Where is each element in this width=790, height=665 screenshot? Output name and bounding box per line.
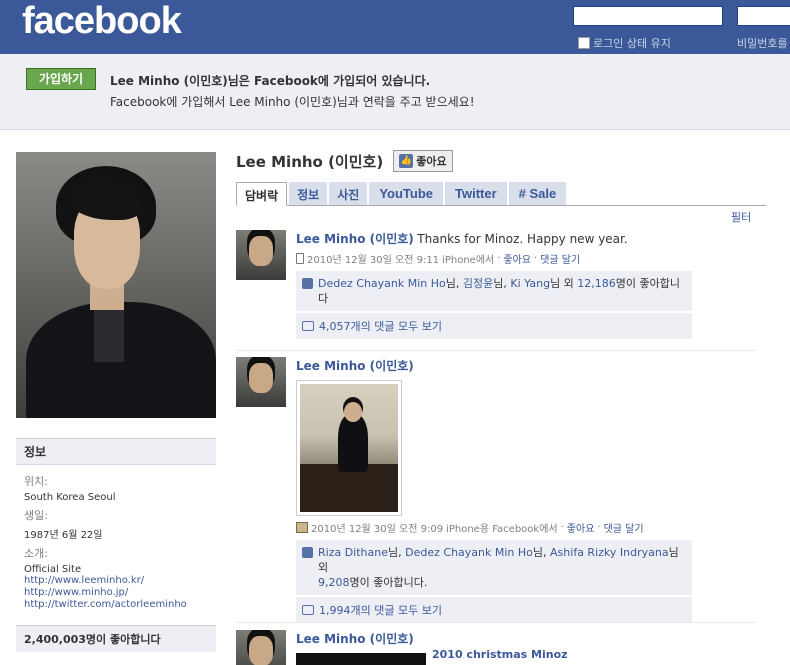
thumbs-up-icon: 👍 [399,154,414,168]
remember-label: 로그인 상태 유지 [593,37,671,50]
info-heading: 정보 [16,439,216,465]
thumbs-up-icon [302,278,313,289]
post-via: iPhone에서 [442,255,495,266]
main-column: Lee Minho (이민호) 👍 좋아요 담벼락 정보 사진 YouTube … [236,150,766,206]
join-title: Lee Minho (이민호)님은 Facebook에 가입되어 있습니다. [110,74,431,88]
comment-action[interactable]: 댓글 달기 [540,251,580,266]
location-value: South Korea Seoul [24,492,116,503]
info-box: 정보 위치: South Korea Seoul 생일: 1987년 6월 22… [16,438,216,652]
tab-bar: 담벼락 정보 사진 YouTube Twitter # Sale [236,182,766,206]
post-author[interactable]: Lee Minho (이민호) [296,232,414,246]
post-avatar[interactable] [236,357,286,407]
post-divider [236,350,756,351]
like-count-link[interactable]: 12,186 [577,277,616,290]
join-subtitle: Facebook에 가입해서 Lee Minho (이민호)님과 연락을 주고 … [110,95,475,109]
like-action[interactable]: 좋아요 [567,520,595,535]
liker-link[interactable]: 김정윤 [463,277,493,290]
filter-link[interactable]: 필터 [731,209,751,225]
tab-photos[interactable]: 사진 [329,182,368,205]
post-time: 2010년 12월 30일 오전 9:11 [307,255,440,266]
comments-summary[interactable]: 1,994개의 댓글 모두 보기 [296,597,692,623]
email-input[interactable] [573,6,723,26]
official-site-label: Official Site [24,564,82,575]
join-button[interactable]: 가입하기 [26,68,96,90]
comment-action[interactable]: 댓글 달기 [604,520,644,535]
like-action[interactable]: 좋아요 [503,251,531,266]
tab-twitter[interactable]: Twitter [445,182,507,205]
link-leeminho-kr[interactable]: http://www.leeminho.kr/ [24,575,208,587]
link-minho-jp[interactable]: http://www.minho.jp/ [24,587,208,599]
mobile-icon [296,253,304,264]
liker-link[interactable]: Dedez Chayank Min Ho [318,277,446,290]
post-time: 2010년 12월 30일 오전 9:09 [311,524,444,535]
forgot-password-link[interactable]: 비밀번호를 [737,35,788,51]
thumbs-up-icon [302,547,313,558]
likes-total: 2,400,003명이 좋아합니다 [16,625,216,652]
comment-icon [302,321,314,331]
view-comments-link[interactable]: 4,057개의 댓글 모두 보기 [319,318,442,334]
like-page-button[interactable]: 👍 좋아요 [393,150,453,172]
tab-sale[interactable]: # Sale [508,182,567,205]
post-message: Thanks for Minoz. Happy new year. [417,232,628,246]
like-button-label: 좋아요 [416,155,447,168]
link-twitter[interactable]: http://twitter.com/actorleeminho [24,599,208,611]
post-photo[interactable] [296,380,402,516]
post-avatar[interactable] [236,630,286,665]
birthday-label: 생일: [24,509,48,522]
tab-youtube[interactable]: YouTube [369,182,443,205]
about-label: 소개: [24,547,48,560]
tab-info[interactable]: 정보 [289,182,328,205]
likes-summary: Dedez Chayank Min Ho님, 김정윤님, Ki Yang님 외 … [296,271,692,311]
post-divider [236,622,756,623]
birthday-value: 1987년 6월 22일 [24,530,103,541]
profile-picture[interactable] [16,152,216,418]
likes-summary: Riza Dithane님, Dedez Chayank Min Ho님, As… [296,540,692,595]
password-input[interactable] [737,6,790,26]
view-comments-link[interactable]: 1,994개의 댓글 모두 보기 [319,602,442,618]
post-via: iPhone용 Facebook에서 [446,524,558,535]
attachment-title[interactable]: 2010 christmas Minoz [432,648,568,661]
facebook-logo[interactable]: facebook [22,0,182,43]
remember-login[interactable]: 로그인 상태 유지 [578,35,671,51]
like-count-link[interactable]: 9,208 [318,576,350,589]
remember-checkbox[interactable] [578,37,590,49]
post-author[interactable]: Lee Minho (이민호) [296,632,414,646]
comment-icon [302,605,314,615]
post-author[interactable]: Lee Minho (이민호) [296,359,414,373]
page-title: Lee Minho (이민호) [236,152,384,171]
liker-link[interactable]: Ashifa Rizky Indryana [550,546,669,559]
top-bar: facebook 로그인 상태 유지 비밀번호를 [0,0,790,54]
video-thumbnail[interactable] [296,653,426,665]
comments-summary[interactable]: 4,057개의 댓글 모두 보기 [296,313,692,339]
join-banner: 가입하기 Lee Minho (이민호)님은 Facebook에 가입되어 있습… [0,54,790,130]
liker-link[interactable]: Dedez Chayank Min Ho [405,546,533,559]
location-label: 위치: [24,475,48,488]
left-column: 정보 위치: South Korea Seoul 생일: 1987년 6월 22… [16,152,216,652]
photo-icon [296,522,308,533]
liker-link[interactable]: Ki Yang [510,277,550,290]
liker-link[interactable]: Riza Dithane [318,546,388,559]
tab-wall[interactable]: 담벼락 [236,182,288,206]
post-avatar[interactable] [236,230,286,280]
